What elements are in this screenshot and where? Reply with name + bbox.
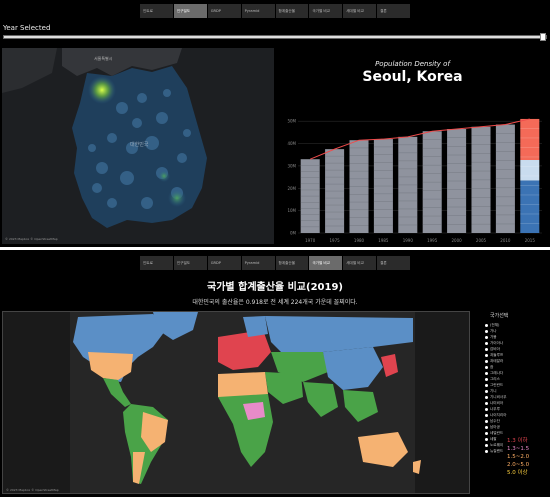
x-tick-label: 2000 [452, 238, 463, 243]
tab-population-density[interactable]: 인구밀도 [173, 256, 207, 270]
world-map-svg [70, 312, 421, 493]
radio-button[interactable] [485, 329, 488, 333]
tab-generation-compare[interactable]: 세대별 비교 [343, 256, 377, 270]
tab-intro[interactable]: 인트로 [140, 4, 173, 18]
radio-button[interactable] [485, 347, 488, 351]
world-map-credit: © 2023 Mapbox © OpenStreetMap [6, 488, 59, 492]
bar-highlight-mid [520, 160, 540, 181]
y-tick-label: 20M [287, 186, 296, 191]
tab-country-compare[interactable]: 국가별 비교 [309, 256, 343, 270]
legend-item-3: 1.5~2.0 [507, 454, 530, 460]
country-select-list: (전체) 가나 가봉 가이아나 감비아 과들루프 과테말라 괌 그레나다 그리스 그린란드 기니 기니비… [485, 322, 507, 454]
legend-item-4: 2.0~5.0 [507, 462, 530, 468]
year-slider-thumb[interactable] [540, 33, 546, 41]
busan-hotspot [168, 189, 186, 207]
radio-button[interactable] [485, 383, 488, 387]
country-option[interactable]: 뉴질랜드 [485, 448, 507, 454]
x-tick-label: 1970 [305, 238, 316, 243]
seoul-hotspot [88, 76, 116, 104]
radio-button[interactable] [485, 323, 488, 327]
radio-button[interactable] [485, 425, 488, 429]
x-tick-label: 1995 [427, 238, 438, 243]
radio-button[interactable] [485, 401, 488, 405]
radio-button[interactable] [485, 395, 488, 399]
radio-button[interactable] [485, 353, 488, 357]
y-tick-label: 0M [290, 231, 297, 236]
country-option-label: 뉴질랜드 [490, 449, 504, 453]
radio-button[interactable] [485, 419, 488, 423]
x-tick-label: 2005 [476, 238, 487, 243]
radio-button[interactable] [485, 449, 488, 453]
country-compare-subtitle: 대한민국의 출산율은 0.918로 전 세계 224개국 가운데 꼴찌이다. [192, 299, 358, 306]
radio-button[interactable] [485, 443, 488, 447]
density-bar-chart[interactable]: 0M 10M 20M 30M 40M 50M 1970 1975 1980 1985 1990 199… [280, 105, 548, 245]
radio-button[interactable] [485, 365, 488, 369]
density-chart-title: Seoul, Korea [362, 69, 463, 85]
radio-button[interactable] [485, 341, 488, 345]
korea-map-label-region: 대한민국 [130, 141, 149, 148]
legend-item-2: 1.3~1.5 [507, 446, 530, 452]
radio-button[interactable] [485, 389, 488, 393]
density-chart-subtitle: Population Density of [375, 60, 450, 68]
world-fertility-map[interactable]: © 2023 Mapbox © OpenStreetMap [2, 311, 470, 494]
y-tick-label: 10M [287, 208, 296, 213]
tab-grdp[interactable]: GRDP [207, 256, 241, 270]
tab-conclusion[interactable]: 결론 [377, 256, 410, 270]
legend-item-5: 5.0 이상 [507, 470, 528, 476]
section-divider [0, 247, 550, 250]
new-zealand [413, 460, 421, 474]
tab-country-compare[interactable]: 국가별 비교 [309, 4, 343, 18]
daegu-hotspot [158, 170, 170, 182]
year-selected-label: Year Selected [3, 24, 51, 32]
y-tick-label: 40M [287, 141, 296, 146]
korea-density-map[interactable]: 서울특별시 대한민국 © 2023 Mapbox © OpenStreetMap [2, 48, 274, 244]
tab-conclusion[interactable]: 결론 [377, 4, 410, 18]
x-tick-label: 1990 [403, 238, 414, 243]
year-slider[interactable] [3, 35, 547, 39]
x-tick-label: 1985 [378, 238, 389, 243]
korea-map-svg: 서울특별시 대한민국 [2, 48, 207, 228]
tab-intro[interactable]: 인트로 [140, 256, 173, 270]
tab-fertility-rate[interactable]: 합계출산율 [275, 256, 309, 270]
x-tick-label: 2015 [525, 238, 536, 243]
bottom-nav: 인트로 인구밀도 GRDP Pyramid 합계출산율 국가별 비교 세대별 비… [140, 256, 410, 270]
x-tick-label: 1980 [354, 238, 365, 243]
country-compare-title: 국가별 합계출산율 비교(2019) [207, 282, 343, 293]
radio-button[interactable] [485, 371, 488, 375]
radio-button[interactable] [485, 359, 488, 363]
tab-generation-compare[interactable]: 세대별 비교 [343, 4, 377, 18]
tab-pyramid[interactable]: Pyramid [241, 256, 275, 270]
korea-map-label-seoul: 서울특별시 [94, 55, 113, 61]
country-select-title: 국가선택 [490, 313, 509, 319]
x-tick-label: 2010 [500, 238, 511, 243]
bar-highlight-bottom [520, 180, 540, 233]
y-tick-label: 30M [287, 163, 296, 168]
tab-fertility-rate[interactable]: 합계출산율 [275, 4, 309, 18]
tab-population-density[interactable]: 인구밀도 [173, 4, 207, 18]
radio-button[interactable] [485, 377, 488, 381]
radio-button[interactable] [485, 431, 488, 435]
x-tick-label: 1975 [330, 238, 341, 243]
radio-button[interactable] [485, 437, 488, 441]
radio-button[interactable] [485, 335, 488, 339]
china-land [2, 48, 57, 93]
bar-highlight-top [520, 118, 540, 161]
fertility-rate-legend: 1.3 이하 1.3~1.5 1.5~2.0 2.0~5.0 5.0 이상 [507, 437, 529, 477]
tab-grdp[interactable]: GRDP [207, 4, 241, 18]
top-nav: 인트로 인구밀도 GRDP Pyramid 합계출산율 국가별 비교 세대별 비… [140, 4, 410, 18]
radio-button[interactable] [485, 407, 488, 411]
radio-button[interactable] [485, 413, 488, 417]
korea-map-credit: © 2023 Mapbox © OpenStreetMap [5, 237, 58, 241]
tab-pyramid[interactable]: Pyramid [241, 4, 275, 18]
y-tick-label: 50M [287, 119, 296, 124]
legend-item-1: 1.3 이하 [507, 438, 528, 444]
